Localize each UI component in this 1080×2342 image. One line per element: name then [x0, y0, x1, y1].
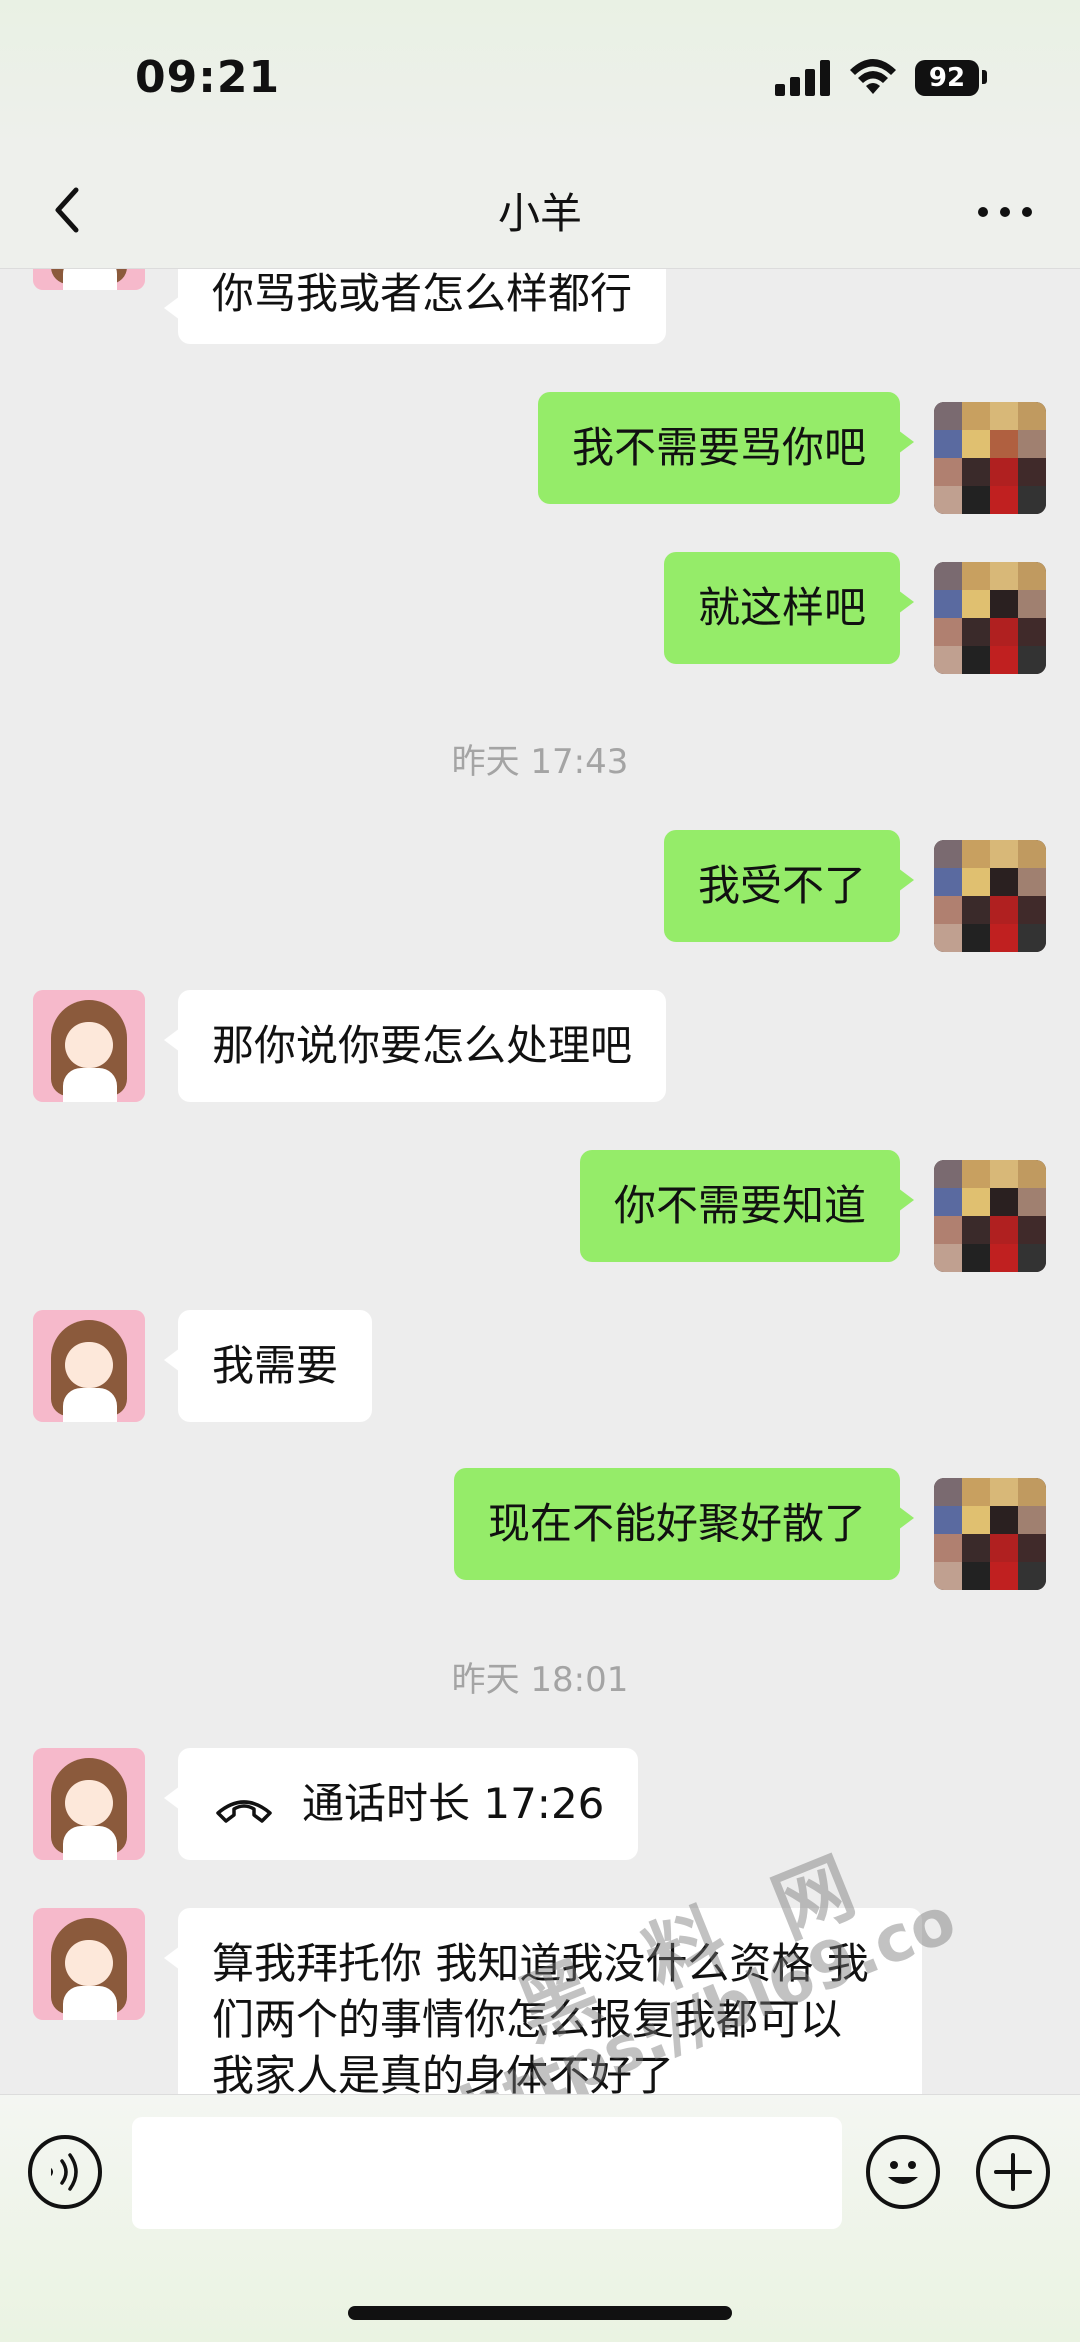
message-bubble-in[interactable]: 那你说你要怎么处理吧: [163, 990, 667, 1102]
contact-avatar[interactable]: [33, 268, 145, 290]
message-text: 算我拜托你 我知道我没什么资格 我们两个的事情你怎么报复我都可以 我家人是真的身…: [212, 1939, 869, 2094]
message-bubble-out[interactable]: 就这样吧: [663, 552, 915, 664]
contact-avatar[interactable]: [33, 1908, 145, 2020]
chat-title: 小羊: [497, 189, 582, 238]
my-avatar[interactable]: [934, 1478, 1046, 1590]
timestamp: 昨天 17:43: [451, 742, 629, 782]
battery-indicator: 92: [915, 60, 979, 96]
input-bar: [0, 2094, 1080, 2342]
home-indicator[interactable]: [348, 2306, 732, 2320]
status-bar: 09:21 92: [0, 0, 1080, 150]
signal-icon: [775, 60, 833, 96]
status-time: 09:21: [135, 52, 281, 103]
my-avatar[interactable]: [934, 562, 1046, 674]
my-avatar[interactable]: [934, 840, 1046, 952]
chat-header: 小羊: [0, 150, 1080, 269]
my-avatar[interactable]: [934, 402, 1046, 514]
message-bubble-out[interactable]: 现在不能好聚好散了: [453, 1468, 915, 1580]
contact-avatar[interactable]: [33, 1748, 145, 1860]
contact-avatar[interactable]: [33, 1310, 145, 1422]
message-bubble-in[interactable]: 我需要: [163, 1310, 373, 1422]
message-list[interactable]: 你骂我或者怎么样都行 我不需要骂你吧 就这样吧 昨天 17:43 我受不了 那你…: [0, 268, 1080, 2094]
emoji-icon[interactable]: [866, 2135, 940, 2209]
message-bubble-out[interactable]: 你不需要知道: [579, 1150, 915, 1262]
message-input[interactable]: [132, 2117, 842, 2229]
contact-avatar[interactable]: [33, 990, 145, 1102]
phone-hangup-icon: [212, 1787, 276, 1827]
message-bubble-out[interactable]: 我不需要骂你吧: [537, 392, 915, 504]
call-duration: 通话时长 17:26: [302, 1779, 605, 1828]
message-bubble-in[interactable]: 你骂我或者怎么样都行: [163, 268, 667, 344]
timestamp: 昨天 18:01: [451, 1660, 629, 1700]
wifi-icon: [848, 56, 898, 96]
my-avatar[interactable]: [934, 1160, 1046, 1272]
plus-icon[interactable]: [976, 2135, 1050, 2209]
call-record-bubble[interactable]: 通话时长 17:26: [163, 1748, 639, 1860]
message-bubble-in[interactable]: 算我拜托你 我知道我没什么资格 我们两个的事情你怎么报复我都可以 我家人是真的身…: [164, 1908, 922, 2094]
voice-icon[interactable]: [28, 2135, 102, 2209]
message-bubble-out[interactable]: 我受不了: [663, 830, 915, 942]
more-dots-icon[interactable]: [970, 180, 1040, 240]
battery-tip: [982, 70, 987, 84]
